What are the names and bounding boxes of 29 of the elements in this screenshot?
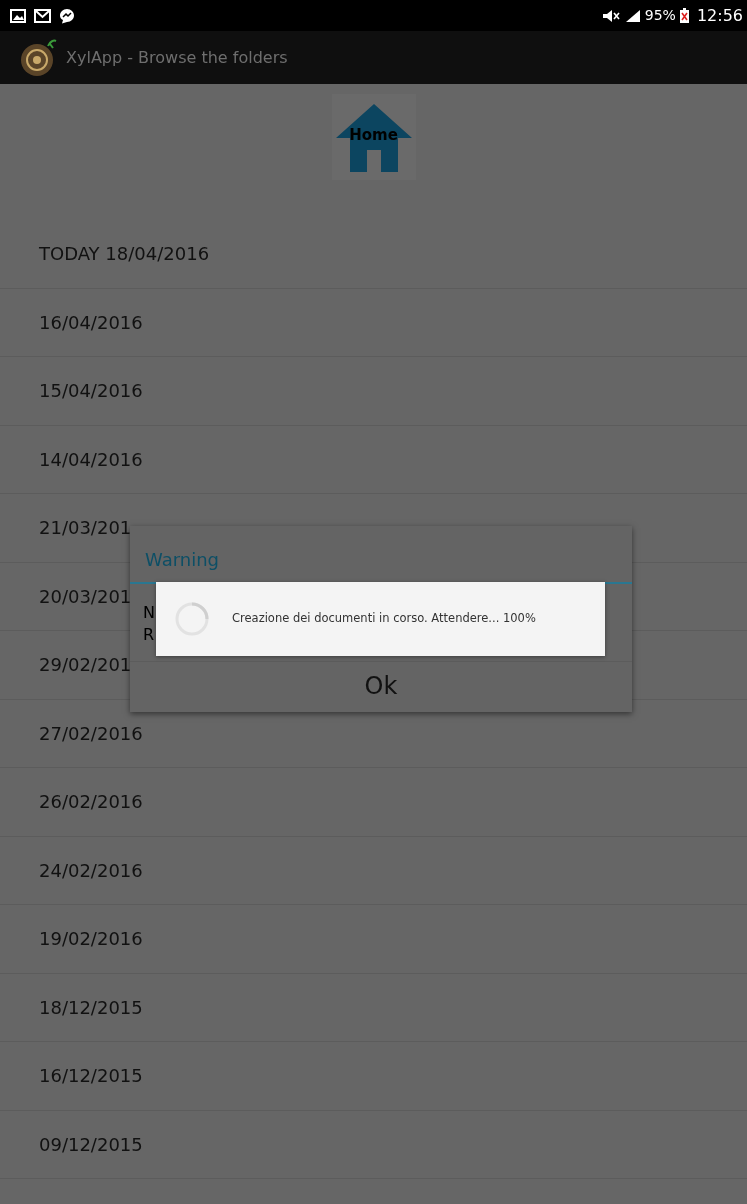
folder-date[interactable]: 18/12/2015	[39, 993, 143, 1021]
folder-date[interactable]: 24/02/2016	[39, 856, 143, 884]
folder-date[interactable]: 15/04/2016	[39, 377, 143, 405]
mute-icon	[600, 8, 621, 23]
spinner-icon	[174, 601, 210, 637]
folder-date[interactable]: 16/12/2015	[39, 1062, 143, 1090]
clock-time: 12:56	[696, 4, 743, 27]
folder-date[interactable]: 14/04/2016	[39, 445, 143, 473]
folder-date[interactable]: 27/02/2016	[39, 719, 143, 747]
folder-date[interactable]: 21/03/201	[39, 514, 132, 542]
app-logo-icon	[20, 37, 58, 78]
progress-message: Creazione dei documenti in corso. Attendere... 100%	[232, 610, 536, 628]
folder-date[interactable]: 20/03/201	[39, 582, 132, 610]
mail-icon	[34, 8, 51, 23]
signal-icon	[624, 8, 641, 23]
battery-icon	[679, 8, 689, 23]
folder-date[interactable]: 16/04/2016	[39, 308, 143, 336]
folder-date[interactable]: 29/02/201	[39, 651, 132, 679]
dialog-message: N R	[143, 602, 155, 646]
folder-date[interactable]: 26/02/2016	[39, 788, 143, 816]
folder-date[interactable]: TODAY 18/04/2016	[39, 240, 210, 268]
chat-bubble-icon	[59, 7, 75, 24]
battery-percentage: 95%	[644, 6, 676, 25]
app-title: XylApp - Browse the folders	[66, 46, 288, 69]
image-icon	[10, 8, 26, 23]
home-button[interactable]: Home	[331, 94, 416, 180]
folder-date[interactable]: 19/02/2016	[39, 925, 143, 953]
folder-date[interactable]: 09/12/2015	[39, 1130, 143, 1158]
ok-button[interactable]: Ok	[130, 662, 632, 710]
